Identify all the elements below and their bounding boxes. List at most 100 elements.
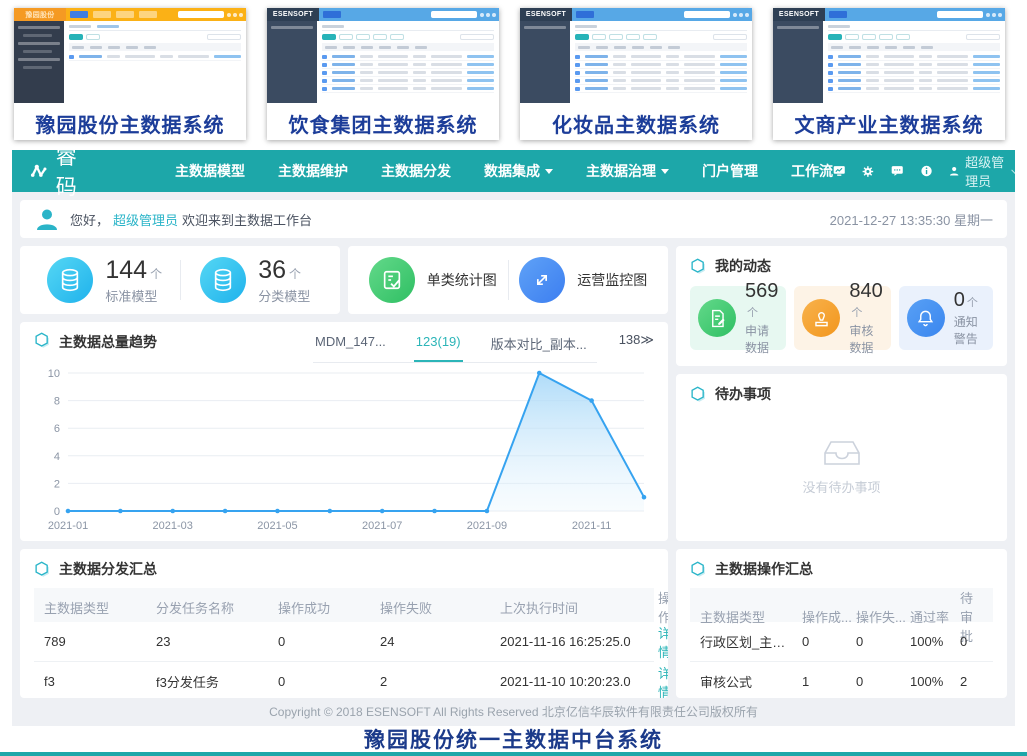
thumbnail-culture-commerce-system: ESENSOFT 文商产业主数据系统 [773, 8, 1005, 140]
dashboard: 睿码 主数据模型 主数据维护 主数据分发 数据集成 主数据治理 门户管理 工作流 [12, 150, 1015, 726]
mini-header: ESENSOFT [267, 8, 499, 21]
trend-panel: 主数据总量趋势 MDM_147... 123(19) 版本对比_副本... 13… [20, 322, 668, 541]
app-logo: 睿码 [30, 150, 87, 201]
user-menu[interactable]: 超级管理员 [949, 152, 1015, 190]
welcome-bar: 您好， 超级管理员 欢迎来到主数据工作台 2021-12-27 13:35:30… [20, 200, 1007, 238]
svg-text:2021-11: 2021-11 [572, 520, 612, 532]
tab-mdm-147[interactable]: MDM_147... [313, 332, 388, 362]
trend-panel-title: 主数据总量趋势 [59, 332, 157, 352]
hexagon-panel-icon [690, 561, 707, 578]
operation-table-header: 主数据类型操作成... 操作失...通过率 待审批 [690, 588, 993, 622]
nav-item-distribute[interactable]: 主数据分发 [381, 161, 451, 181]
thumbnail-catering-system: ESENSOFT 饮食集团主数据系统 [267, 8, 499, 140]
greeting-prefix: 您好， [70, 210, 109, 229]
trend-line-chart: 02468102021-012021-032021-052021-072021-… [34, 363, 654, 535]
mini-header-icons [733, 8, 749, 21]
molecule-logo-icon [30, 160, 48, 182]
mini-search-box [178, 11, 224, 18]
single-stat-chart-link[interactable]: 单类统计图 [358, 257, 508, 303]
mini-sidebar [520, 21, 570, 103]
nav-menu: 主数据模型 主数据维护 主数据分发 数据集成 主数据治理 门户管理 工作流 [175, 161, 833, 181]
model-stats-card: 144个 标准模型 [20, 246, 340, 314]
standard-model-count: 144 [105, 256, 147, 284]
trend-tabs: MDM_147... 123(19) 版本对比_副本... [313, 332, 597, 362]
monitor-chart-icon[interactable] [833, 163, 845, 179]
user-avatar-icon [34, 206, 60, 232]
table-row: 审核公式1 0100% 2 [690, 662, 993, 698]
bell-icon [907, 299, 945, 337]
svg-text:0: 0 [54, 506, 60, 518]
distribution-panel-title: 主数据分发汇总 [59, 559, 157, 579]
top-navbar: 睿码 主数据模型 主数据维护 主数据分发 数据集成 主数据治理 门户管理 工作流 [12, 150, 1015, 192]
nav-item-workflow[interactable]: 工作流 [791, 161, 833, 181]
mini-content [570, 21, 752, 103]
table-row: 行政区划_主数...0 0100% 0 [690, 622, 993, 662]
apply-count: 569 [745, 280, 778, 302]
svg-text:6: 6 [54, 423, 60, 435]
system-thumbnails-strip: 豫园股份 豫园股份主数据系统 ESENSOFT [0, 0, 1027, 150]
review-data-stat[interactable]: 840个 审核数据 [794, 286, 890, 350]
thumbnail-caption: 化妆品主数据系统 [520, 109, 752, 138]
thumbnail-cosmetics-system: ESENSOFT 化妆品主数据系统 [520, 8, 752, 140]
detail-link[interactable]: 详情 [658, 623, 668, 661]
category-model-count: 36 [258, 256, 286, 284]
activity-panel-title: 我的动态 [715, 256, 771, 276]
mini-header-icons [480, 8, 496, 21]
operation-summary-panel: 主数据操作汇总 主数据类型操作成... 操作失...通过率 待审批 行政区划_主… [676, 549, 1007, 698]
info-icon[interactable] [921, 163, 932, 179]
mini-logo: ESENSOFT [267, 8, 319, 21]
database-icon [47, 257, 93, 303]
distribution-summary-panel: 主数据分发汇总 主数据类型分发任务名称 操作成功操作失败 上次执行时间操作 78… [20, 549, 668, 698]
svg-text:2021-01: 2021-01 [48, 520, 88, 532]
alert-count: 0 [954, 289, 965, 311]
tab-123-active[interactable]: 123(19) [414, 332, 463, 362]
nav-item-maintain[interactable]: 主数据维护 [278, 161, 348, 181]
empty-inbox-icon [823, 439, 861, 467]
svg-text:8: 8 [54, 396, 60, 408]
nav-item-integration[interactable]: 数据集成 [484, 161, 553, 181]
svg-text:2021-05: 2021-05 [257, 520, 297, 532]
app-logo-text: 睿码 [56, 150, 87, 201]
apply-data-stat[interactable]: 569个 申请数据 [690, 286, 786, 350]
operation-monitor-label: 运营监控图 [577, 270, 647, 290]
mini-nav [319, 8, 431, 21]
nav-item-governance[interactable]: 主数据治理 [586, 161, 669, 181]
mini-logo: 豫园股份 [14, 8, 66, 21]
gear-icon[interactable] [862, 163, 874, 180]
mini-logo: ESENSOFT [773, 8, 825, 21]
chart-links-card: 单类统计图 运营监控图 [348, 246, 668, 314]
svg-text:2021-07: 2021-07 [362, 520, 402, 532]
tab-version-compare[interactable]: 版本对比_副本... [489, 332, 589, 362]
mini-sidebar [267, 21, 317, 103]
mini-header: ESENSOFT [773, 8, 1005, 21]
mini-nav [572, 8, 684, 21]
mini-content [64, 21, 246, 103]
current-datetime: 2021-12-27 13:35:30 星期一 [830, 210, 993, 229]
mini-header: 豫园股份 [14, 8, 246, 21]
alert-stat[interactable]: 0个 通知警告 [899, 286, 993, 350]
single-stat-chart-label: 单类统计图 [427, 270, 497, 290]
checklist-icon [369, 257, 415, 303]
user-name: 超级管理员 [965, 152, 1007, 190]
nav-item-model[interactable]: 主数据模型 [175, 161, 245, 181]
mini-search-box [684, 11, 730, 18]
mini-header-icons [227, 8, 243, 21]
expand-arrows-icon [519, 257, 565, 303]
operation-monitor-link[interactable]: 运营监控图 [509, 257, 659, 303]
message-icon[interactable] [891, 163, 903, 179]
trend-more-link[interactable]: 138≫ [619, 332, 654, 348]
nav-item-portal[interactable]: 门户管理 [702, 161, 758, 181]
operation-panel-title: 主数据操作汇总 [715, 559, 813, 579]
mini-nav [66, 8, 178, 21]
review-count: 840 [849, 280, 882, 302]
svg-text:2: 2 [54, 478, 60, 490]
detail-link[interactable]: 详情 [658, 663, 668, 699]
svg-text:2021-03: 2021-03 [153, 520, 193, 532]
greeting-username[interactable]: 超级管理员 [113, 210, 178, 229]
svg-text:10: 10 [48, 368, 60, 380]
apply-doc-icon [698, 299, 736, 337]
mini-search-box [431, 11, 477, 18]
todo-panel: 待办事项 没有待办事项 [676, 374, 1007, 541]
thumbnail-yuyuan-system: 豫园股份 豫园股份主数据系统 [14, 8, 246, 140]
table-row: 78923 024 2021-11-16 16:25:25.0 详情 [34, 622, 654, 662]
